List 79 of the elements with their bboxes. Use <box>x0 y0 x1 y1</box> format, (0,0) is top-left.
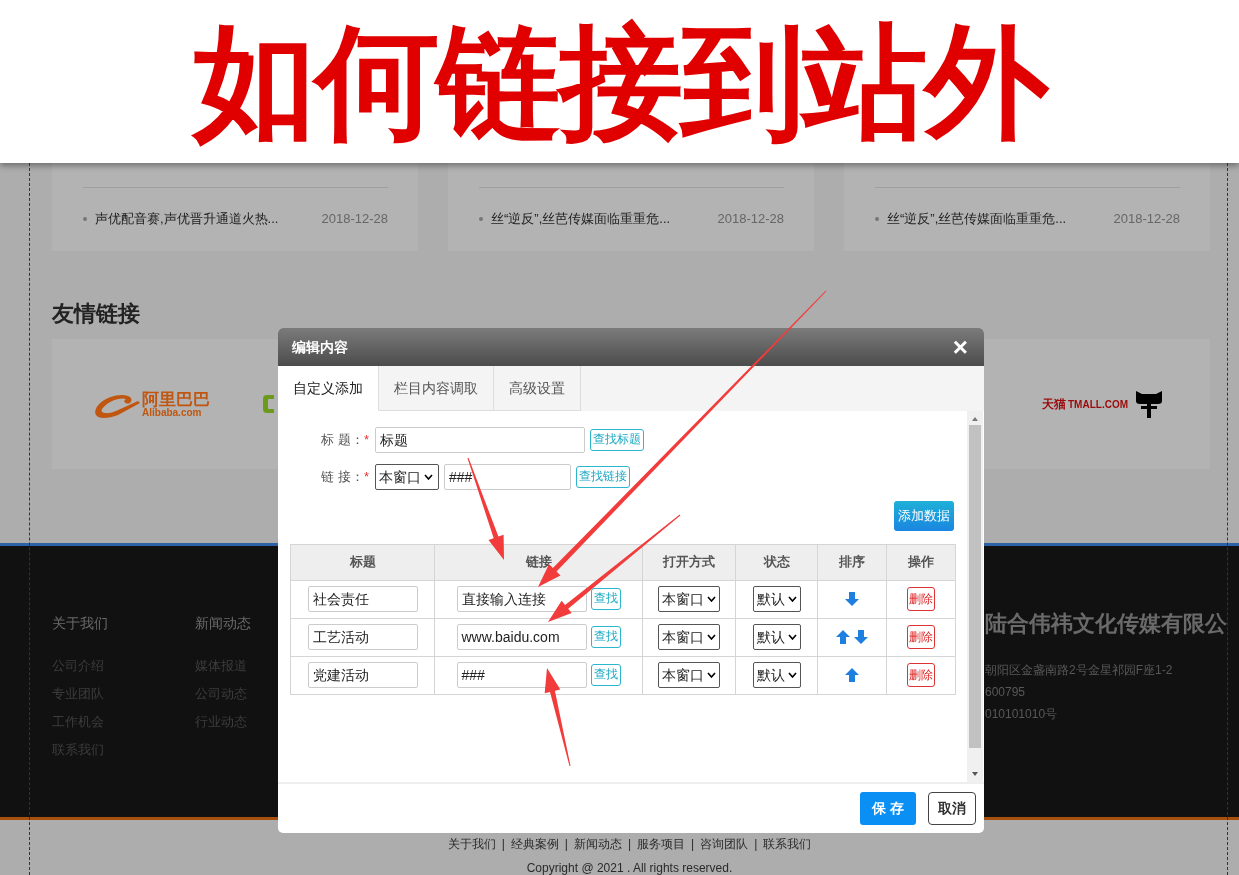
logo-icon <box>262 393 274 415</box>
bottom-link[interactable]: 经典案例 <box>510 835 559 853</box>
up-arrow-icon[interactable] <box>844 667 860 683</box>
bottom-link[interactable]: 咨询团队 <box>700 835 749 853</box>
column-header: 打开方式 <box>642 544 736 580</box>
link-separator: | <box>754 836 758 853</box>
link-separator: | <box>627 836 632 853</box>
column-header: 操作 <box>886 544 956 580</box>
company-info: 010101010号 <box>985 706 1059 723</box>
cat-icon <box>1134 389 1164 419</box>
dropdown-select[interactable]: 默认 <box>752 624 801 650</box>
dropdown-select[interactable]: 本窗口 <box>658 586 720 612</box>
tab[interactable]: 高级设置 <box>494 366 581 411</box>
logo-text: 阿里巴巴 <box>142 390 210 408</box>
column-header: 标题 <box>290 544 435 580</box>
bullet-icon <box>875 216 879 221</box>
column-header: 排序 <box>817 544 887 580</box>
bottom-link[interactable]: 服务项目 <box>637 835 686 853</box>
input-field[interactable]: www.baidu.com <box>456 624 587 650</box>
window-select[interactable]: 本窗口 <box>375 464 439 490</box>
caret-icon <box>707 634 716 640</box>
field-label: 链 接： <box>321 469 364 485</box>
input-field[interactable]: 社会责任 <box>307 586 418 612</box>
input-field[interactable]: ### <box>456 662 587 688</box>
news-date: 2018-12-28 <box>1113 210 1180 228</box>
tab[interactable]: 栏目内容调取 <box>379 366 494 411</box>
scrollbar[interactable] <box>967 411 983 782</box>
link-separator: | <box>691 836 695 853</box>
footer-heading: 新闻动态 <box>195 614 252 633</box>
bottom-link[interactable]: 联系我们 <box>763 835 812 853</box>
dropdown-select[interactable]: 本窗口 <box>658 662 720 688</box>
input-field[interactable]: ### <box>444 464 571 490</box>
company-info: 600795 <box>985 684 1027 701</box>
dropdown-select[interactable]: 本窗口 <box>658 624 720 650</box>
caret-icon <box>787 596 797 602</box>
caret-icon <box>707 672 716 678</box>
bullet-icon <box>479 216 483 221</box>
section-heading: 友情链接 <box>52 303 141 325</box>
news-date: 2018-12-28 <box>717 210 784 228</box>
copyright-text: Copyright @ 2021 . All rights reserved. <box>525 860 734 875</box>
dropdown-select[interactable]: 默认 <box>752 586 801 612</box>
delete-button[interactable]: 删除 <box>907 663 935 687</box>
company-name: 陆合伟祎文化传媒有限公 <box>985 613 1228 635</box>
input-field[interactable]: 工艺活动 <box>307 624 418 650</box>
caret-icon <box>787 672 797 678</box>
input-field[interactable]: 标题 <box>375 427 585 453</box>
footer-heading: 关于我们 <box>52 614 109 633</box>
down-arrow-icon[interactable] <box>844 591 860 607</box>
field-label: 标 题： <box>321 432 364 448</box>
caret-icon <box>787 634 797 640</box>
link-separator: | <box>501 836 505 853</box>
tab[interactable]: 自定义添加 <box>278 366 379 411</box>
dropdown-select[interactable]: 默认 <box>752 662 801 688</box>
column-header: 链接 <box>434 544 643 580</box>
bottom-link[interactable]: 关于我们 <box>447 835 496 853</box>
company-info: 朝阳区金盏南路2号金星祁园F座1-2 <box>985 662 1174 679</box>
cancel-button[interactable]: 取消 <box>928 792 976 825</box>
caret-icon <box>707 596 716 602</box>
dialog-title: 编辑内容 <box>292 337 348 357</box>
close-button[interactable]: × <box>950 334 970 360</box>
news-title[interactable]: 丝“逆反”,丝芭传媒面临重重危... <box>491 209 671 229</box>
news-date: 2018-12-28 <box>321 210 388 228</box>
link-separator: | <box>564 836 568 853</box>
delete-button[interactable]: 删除 <box>907 625 935 649</box>
logo-text: 天猫 <box>1042 396 1066 413</box>
news-title[interactable]: 声优配音赛,声优晋升通道火热... <box>95 209 279 229</box>
logo-subtext: TMALL.COM <box>1068 397 1128 412</box>
bottom-link[interactable]: 新闻动态 <box>573 835 622 853</box>
logo-subtext: Alibaba.com <box>142 407 202 418</box>
news-title[interactable]: 丝“逆反”,丝芭传媒面临重重危... <box>887 209 1067 229</box>
delete-button[interactable]: 删除 <box>907 587 935 611</box>
up-arrow-icon[interactable] <box>835 629 851 645</box>
required-mark: * <box>363 432 369 448</box>
bullet-icon <box>83 216 87 221</box>
down-arrow-icon[interactable] <box>853 629 869 645</box>
required-mark: * <box>363 469 369 485</box>
caret-icon <box>424 474 433 480</box>
column-header: 状态 <box>735 544 818 580</box>
input-field[interactable]: 党建活动 <box>307 662 418 688</box>
